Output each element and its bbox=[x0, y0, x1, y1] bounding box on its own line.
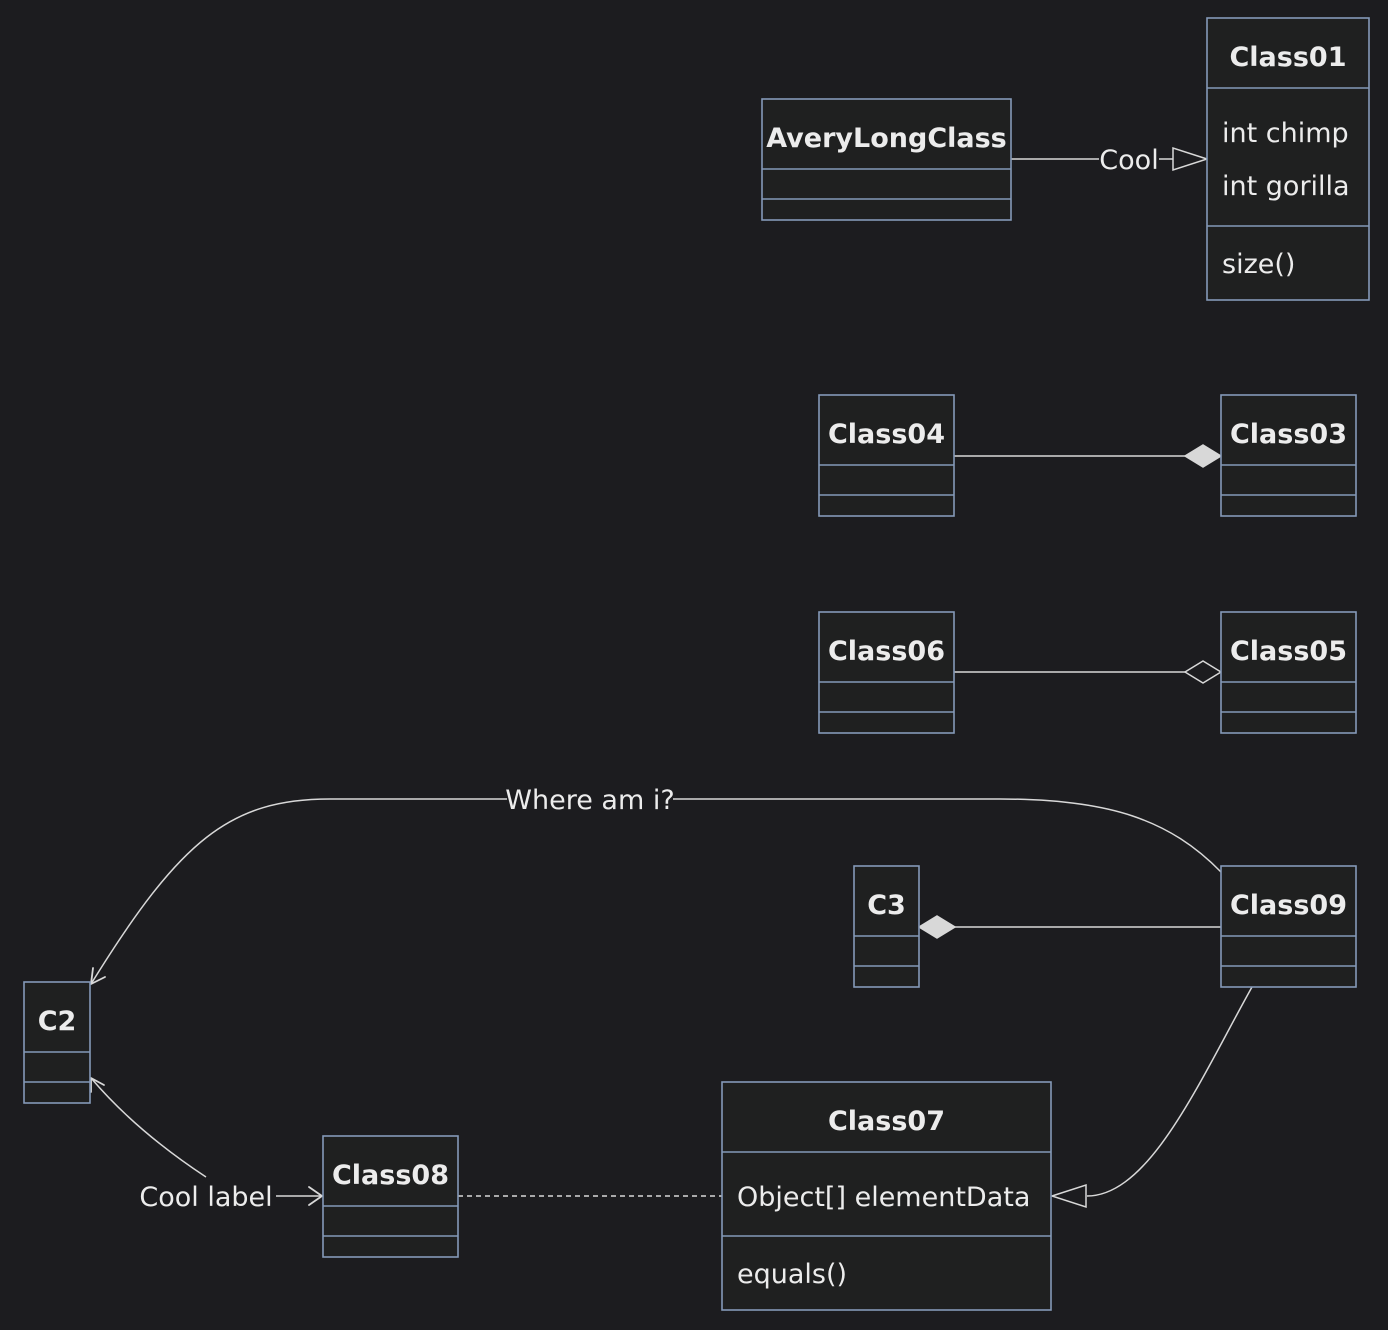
class-c3[interactable]: C3 bbox=[853, 865, 920, 988]
class-box bbox=[1220, 394, 1357, 517]
relation-label-text: Cool label bbox=[139, 1182, 272, 1213]
class-name: C2 bbox=[38, 1006, 77, 1037]
relation-class06-class05[interactable] bbox=[954, 660, 1223, 684]
class-attribute: Object[] elementData bbox=[737, 1182, 1030, 1213]
relation-class09-c3[interactable] bbox=[917, 915, 1221, 939]
class-name: Class08 bbox=[332, 1160, 449, 1191]
class-name: Class07 bbox=[828, 1106, 945, 1137]
class-class04[interactable]: Class04 bbox=[818, 394, 955, 517]
class-class03[interactable]: Class03 bbox=[1220, 394, 1357, 517]
class-name: C3 bbox=[867, 890, 906, 921]
class-name: AveryLongClass bbox=[766, 123, 1007, 154]
class-attribute: int chimp bbox=[1222, 118, 1349, 149]
relation-label-cool: Cool bbox=[1099, 142, 1159, 176]
relation-label-cool-label: Cool label bbox=[136, 1179, 276, 1213]
relation-triangle-arrowhead bbox=[1172, 146, 1210, 172]
class-name: Class01 bbox=[1229, 42, 1346, 73]
relation-label-where-am-i: Where am i? bbox=[505, 782, 675, 816]
class-box bbox=[853, 865, 920, 988]
class-box bbox=[1220, 611, 1357, 734]
relation-line bbox=[90, 1077, 323, 1197]
class-class06[interactable]: Class06 bbox=[818, 611, 955, 734]
class-class07[interactable]: Class07 Object[] elementData equals() bbox=[721, 1081, 1052, 1311]
relation-line bbox=[1086, 986, 1253, 1197]
class-method: size() bbox=[1222, 249, 1295, 280]
class-averylongclass[interactable]: AveryLongClass bbox=[761, 98, 1012, 221]
class-name: Class06 bbox=[828, 636, 945, 667]
class-name: Class05 bbox=[1230, 636, 1347, 667]
class-class09[interactable]: Class09 bbox=[1220, 865, 1357, 988]
relations-layer bbox=[90, 146, 1253, 1209]
relation-labels-layer: Cool Where am i? Cool label bbox=[136, 142, 1159, 1213]
class-class08[interactable]: Class08 bbox=[322, 1135, 459, 1258]
class-c2[interactable]: C2 bbox=[23, 981, 91, 1104]
classes-layer: AveryLongClass Class01 int chimp int gorill… bbox=[23, 17, 1370, 1311]
class-box bbox=[818, 394, 955, 517]
class-box bbox=[818, 611, 955, 734]
relation-line bbox=[90, 798, 1222, 985]
class-name: Class04 bbox=[828, 419, 945, 450]
class-class05[interactable]: Class05 bbox=[1220, 611, 1357, 734]
relation-class09-class07[interactable] bbox=[1049, 986, 1253, 1209]
relation-class09-c2[interactable] bbox=[90, 798, 1222, 985]
relation-label-text: Cool bbox=[1099, 145, 1158, 176]
class-box bbox=[23, 981, 91, 1104]
relation-class04-class03[interactable] bbox=[954, 444, 1223, 468]
class-name: Class03 bbox=[1230, 419, 1347, 450]
relation-filled-diamond bbox=[1183, 444, 1223, 468]
class-box bbox=[1220, 865, 1357, 988]
class-method: equals() bbox=[737, 1259, 847, 1290]
class-box bbox=[322, 1135, 459, 1258]
class-diagram: AveryLongClass Class01 int chimp int gorill… bbox=[23, 17, 1370, 1311]
relation-label-text: Where am i? bbox=[505, 785, 674, 816]
relation-hollow-diamond bbox=[1183, 660, 1223, 684]
class-class01[interactable]: Class01 int chimp int gorilla size() bbox=[1206, 17, 1370, 301]
class-name: Class09 bbox=[1230, 890, 1347, 921]
class-attribute: int gorilla bbox=[1222, 171, 1350, 202]
relation-triangle-arrowhead bbox=[1049, 1183, 1087, 1209]
class-box bbox=[761, 98, 1012, 221]
relation-filled-diamond bbox=[917, 915, 957, 939]
